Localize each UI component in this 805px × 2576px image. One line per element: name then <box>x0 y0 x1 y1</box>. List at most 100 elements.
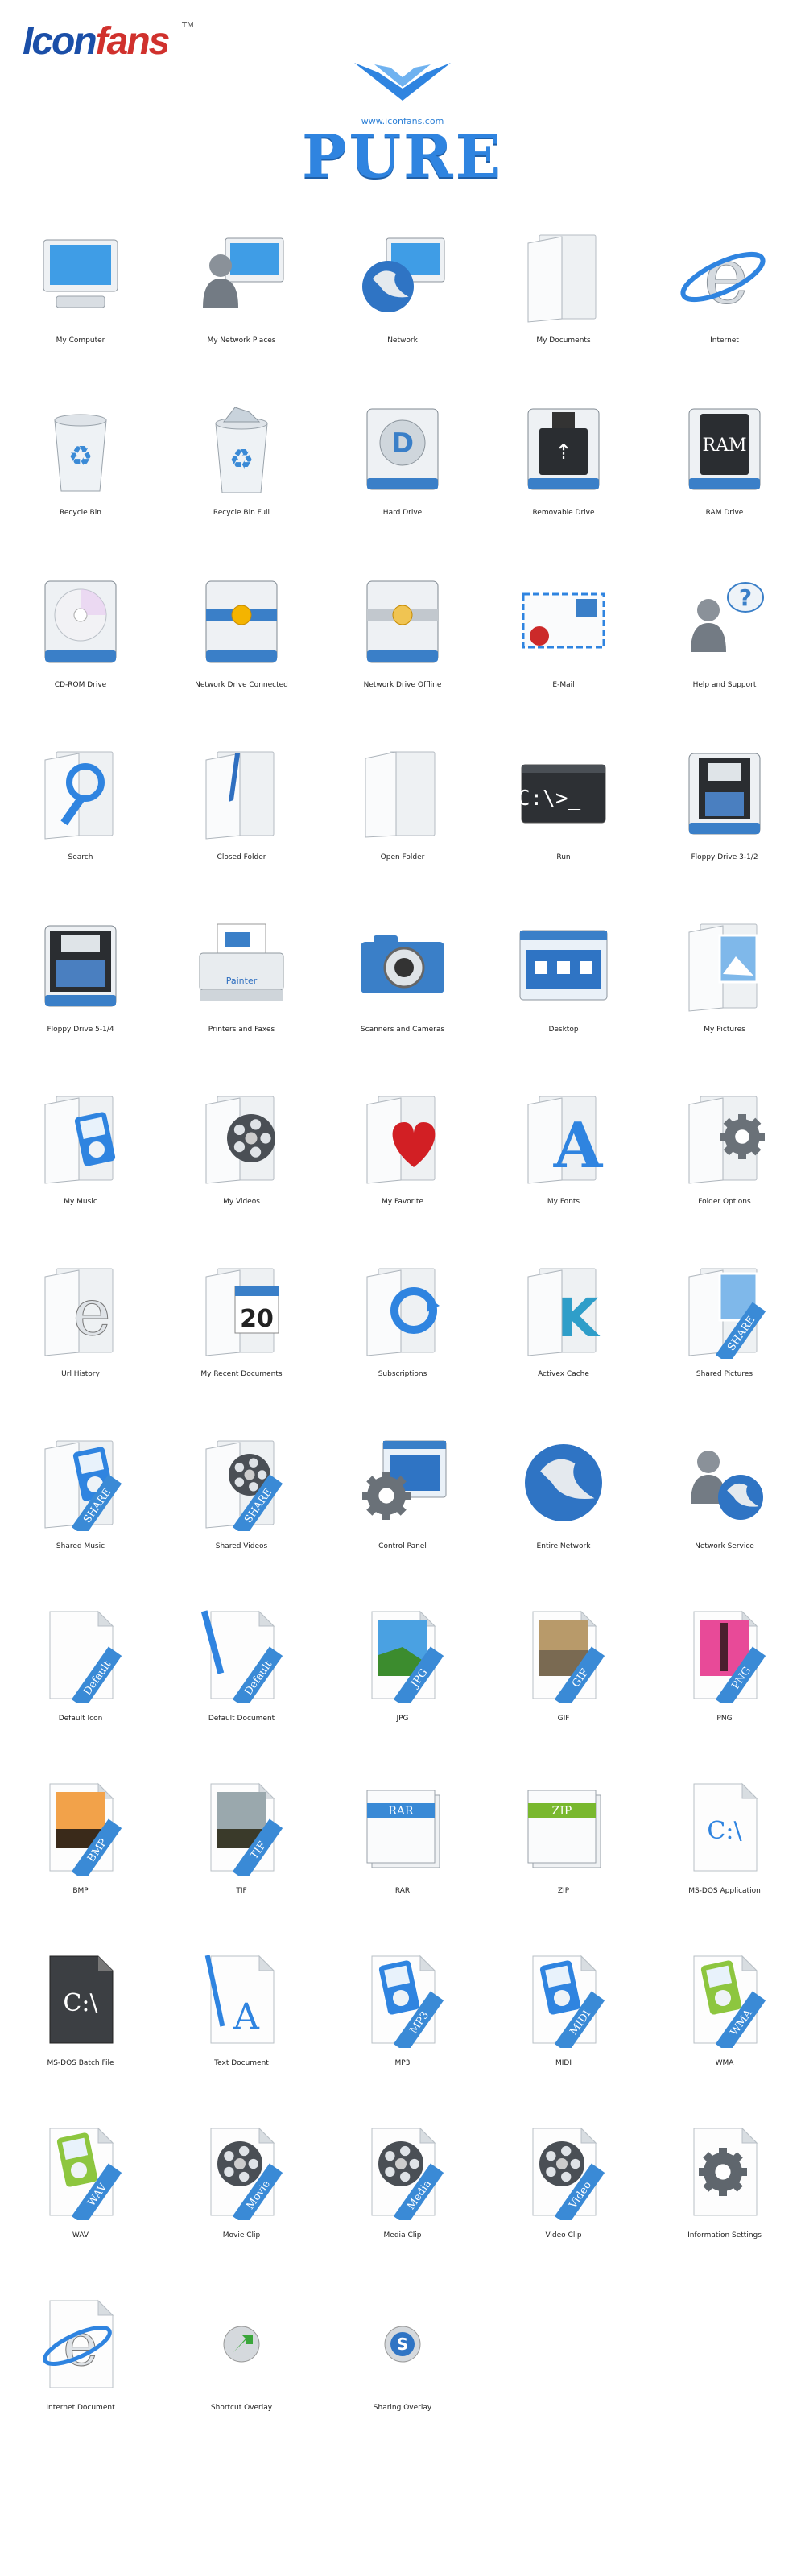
dos-app-icon: C:\ <box>676 1779 773 1876</box>
desktop-icon-item[interactable]: Information Settings <box>644 2112 805 2285</box>
svg-text:♻: ♻ <box>229 444 254 476</box>
desktop-icon-item[interactable]: Search <box>0 734 161 906</box>
icon-label: Desktop <box>548 1026 579 1034</box>
desktop-icon-item[interactable]: Shortcut Overlay <box>161 2285 322 2457</box>
icon-label: Printers and Faxes <box>208 1026 275 1034</box>
desktop-icon <box>515 918 612 1014</box>
desktop-icon-item[interactable]: Network <box>322 217 483 390</box>
desktop-icon-item[interactable]: A My Fonts <box>483 1079 644 1251</box>
desktop-icon-item[interactable]: ♻ Recycle Bin <box>0 390 161 562</box>
desktop-icon-item[interactable]: SHARE Shared Pictures <box>644 1251 805 1423</box>
ie-icon: e <box>676 229 773 325</box>
icon-label: Entire Network <box>536 1542 591 1550</box>
desktop-icon-item[interactable]: Floppy Drive 3-1/2 <box>644 734 805 906</box>
desktop-icon-item[interactable]: e Internet <box>644 217 805 390</box>
desktop-icon-item[interactable]: Network Drive Offline <box>322 562 483 734</box>
desktop-icon-item[interactable]: K Activex Cache <box>483 1251 644 1423</box>
desktop-icon-item[interactable]: E-Mail <box>483 562 644 734</box>
logo-trademark: TM <box>182 21 194 30</box>
svg-text:A: A <box>553 1109 604 1183</box>
brand-title: PURE <box>301 122 504 192</box>
svg-text:ZIP: ZIP <box>552 1805 572 1818</box>
desktop-icon-item[interactable]: Video Video Clip <box>483 2112 644 2285</box>
desktop-icon-item[interactable]: Floppy Drive 5-1/4 <box>0 906 161 1079</box>
icon-label: Internet Document <box>46 2404 115 2412</box>
svg-text:C:\>_: C:\>_ <box>518 786 581 811</box>
desktop-icon-item[interactable]: Media Media Clip <box>322 2112 483 2285</box>
desktop-icon-item[interactable]: Closed Folder <box>161 734 322 906</box>
desktop-icon-item[interactable]: CD-ROM Drive <box>0 562 161 734</box>
desktop-icon-item[interactable]: SHARE Shared Music <box>0 1423 161 1596</box>
desktop-icon-item[interactable]: TIF TIF <box>161 1768 322 1940</box>
desktop-icon-item[interactable]: e Internet Document <box>0 2285 161 2457</box>
desktop-icon-item[interactable]: My Pictures <box>644 906 805 1079</box>
desktop-icon-item[interactable]: RAM RAM Drive <box>644 390 805 562</box>
shared-pictures-icon: SHARE <box>676 1262 773 1364</box>
desktop-icon-item[interactable]: Open Folder <box>322 734 483 906</box>
desktop-icon-item[interactable]: ? Help and Support <box>644 562 805 734</box>
desktop-icon-item[interactable]: PNG PNG <box>644 1596 805 1768</box>
desktop-icon-item[interactable]: e Url History <box>0 1251 161 1423</box>
desktop-icon-item[interactable]: Painter Printers and Faxes <box>161 906 322 1079</box>
desktop-icon-item[interactable]: WAV WAV <box>0 2112 161 2285</box>
desktop-icon-item[interactable]: C:\ MS-DOS Application <box>644 1768 805 1940</box>
desktop-icon-item[interactable]: MIDI MIDI <box>483 1940 644 2112</box>
desktop-icon-item[interactable]: SHARE Shared Videos <box>161 1423 322 1596</box>
desktop-icon-item[interactable]: 20 My Recent Documents <box>161 1251 322 1423</box>
icon-label: Movie Clip <box>222 2231 261 2240</box>
icon-label: My Music <box>64 1198 97 1206</box>
desktop-icon-item[interactable]: Movie Movie Clip <box>161 2112 322 2285</box>
shared-videos-icon: SHARE <box>193 1435 290 1537</box>
desktop-icon-item[interactable]: JPG JPG <box>322 1596 483 1768</box>
fonts-folder-icon: A <box>515 1090 612 1187</box>
desktop-icon-item[interactable]: My Computer <box>0 217 161 390</box>
desktop-icon-item[interactable]: GIF GIF <box>483 1596 644 1768</box>
desktop-icon-item[interactable]: D Hard Drive <box>322 390 483 562</box>
desktop-icon-item[interactable]: BMP BMP <box>0 1768 161 1940</box>
desktop-icon-item[interactable]: My Videos <box>161 1079 322 1251</box>
desktop-icon-item[interactable]: Entire Network <box>483 1423 644 1596</box>
desktop-icon-item[interactable]: Subscriptions <box>322 1251 483 1423</box>
desktop-icon-item[interactable]: ♻ Recycle Bin Full <box>161 390 322 562</box>
icon-label: Internet <box>710 336 739 345</box>
svg-text:♻: ♻ <box>68 440 93 473</box>
network-drive-on-icon <box>193 573 290 670</box>
desktop-icon-item[interactable]: ⇡ Removable Drive <box>483 390 644 562</box>
desktop-icon-item[interactable]: RAR RAR <box>322 1768 483 1940</box>
desktop-icon-item[interactable]: Default Default Icon <box>0 1596 161 1768</box>
desktop-icon-item[interactable]: Default Default Document <box>161 1596 322 1768</box>
desktop-icon-item[interactable]: Network Drive Connected <box>161 562 322 734</box>
svg-text:S: S <box>397 2334 408 2354</box>
desktop-icon-item[interactable]: S Sharing Overlay <box>322 2285 483 2457</box>
usb-drive-icon: ⇡ <box>515 401 612 497</box>
desktop-icon-item[interactable]: My Favorite <box>322 1079 483 1251</box>
desktop-icon-item[interactable]: Scanners and Cameras <box>322 906 483 1079</box>
icon-label: Shared Pictures <box>696 1370 753 1378</box>
desktop-icon-item[interactable]: ZIP ZIP <box>483 1768 644 1940</box>
icon-label: JPG <box>396 1715 409 1723</box>
icon-label: My Recent Documents <box>200 1370 283 1378</box>
desktop-icon-item[interactable]: WMA WMA <box>644 1940 805 2112</box>
icon-label: Run <box>556 853 571 861</box>
desktop-icon-item[interactable]: Network Service <box>644 1423 805 1596</box>
icon-label: Folder Options <box>698 1198 751 1206</box>
icon-label: Closed Folder <box>217 853 266 861</box>
desktop-icon-item[interactable]: My Network Places <box>161 217 322 390</box>
svg-text:RAR: RAR <box>388 1805 414 1818</box>
desktop-icon-item[interactable]: Control Panel <box>322 1423 483 1596</box>
svg-text:A: A <box>233 1996 260 2037</box>
shortcut-overlay-icon <box>193 2296 290 2392</box>
desktop-icon-item[interactable]: MP3 MP3 <box>322 1940 483 2112</box>
camera-icon <box>354 918 451 1014</box>
desktop-icon-item[interactable]: C:\ MS-DOS Batch File <box>0 1940 161 2112</box>
icon-label: Subscriptions <box>378 1370 427 1378</box>
desktop-icon-item[interactable]: Desktop <box>483 906 644 1079</box>
desktop-icon-item[interactable]: My Documents <box>483 217 644 390</box>
favorite-folder-icon <box>354 1090 451 1187</box>
desktop-icon-item[interactable]: C:\>_ Run <box>483 734 644 906</box>
desktop-icon-item[interactable]: Folder Options <box>644 1079 805 1251</box>
desktop-icon-item[interactable]: My Music <box>0 1079 161 1251</box>
desktop-icon-item[interactable]: A Text Document <box>161 1940 322 2112</box>
icon-label: Recycle Bin Full <box>213 509 270 517</box>
closed-folder-icon <box>193 745 290 842</box>
